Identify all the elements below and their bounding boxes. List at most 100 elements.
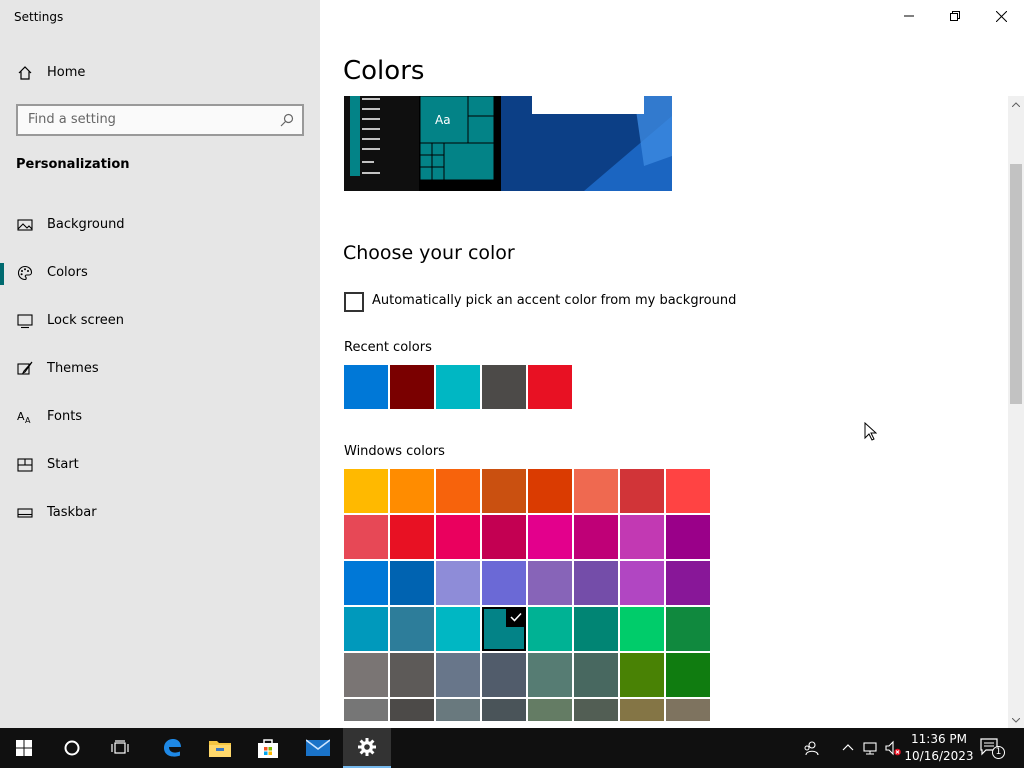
windows-color-swatch[interactable] xyxy=(436,561,480,605)
windows-color-swatch[interactable] xyxy=(666,653,710,697)
windows-color-swatch[interactable] xyxy=(344,653,388,697)
sidebar-item-themes[interactable]: Themes xyxy=(0,349,320,389)
store-icon xyxy=(258,739,278,758)
scroll-up-button[interactable] xyxy=(1008,96,1024,112)
windows-color-swatch[interactable] xyxy=(482,699,526,721)
windows-color-swatch[interactable] xyxy=(528,561,572,605)
file-explorer-button[interactable] xyxy=(196,728,244,768)
recent-color-swatch[interactable] xyxy=(390,365,434,409)
settings-icon xyxy=(358,738,376,756)
picture-icon xyxy=(17,219,33,231)
windows-color-swatch[interactable] xyxy=(574,607,618,651)
store-button[interactable] xyxy=(244,728,292,768)
search-placeholder: Find a setting xyxy=(28,112,116,127)
windows-color-swatch[interactable] xyxy=(620,699,664,721)
restore-button[interactable] xyxy=(932,0,978,32)
home-icon xyxy=(18,66,32,80)
sidebar-item-fonts[interactable]: A A Fonts xyxy=(0,397,320,437)
chevron-down-icon xyxy=(1012,717,1020,723)
sidebar-item-start[interactable]: Start xyxy=(0,445,320,485)
windows-color-swatch[interactable] xyxy=(390,607,434,651)
task-view-icon xyxy=(111,740,129,754)
sidebar-item-lock-screen[interactable]: Lock screen xyxy=(0,301,320,341)
network-icon[interactable] xyxy=(862,740,878,756)
recent-color-swatch[interactable] xyxy=(436,365,480,409)
windows-color-swatch[interactable] xyxy=(436,515,480,559)
windows-color-swatch[interactable] xyxy=(528,653,572,697)
windows-color-swatch[interactable] xyxy=(620,607,664,651)
sidebar-item-colors[interactable]: Colors xyxy=(0,253,320,293)
windows-color-swatch[interactable] xyxy=(666,607,710,651)
windows-color-swatch[interactable] xyxy=(666,469,710,513)
scroll-down-button[interactable] xyxy=(1008,712,1024,728)
search-icon[interactable] xyxy=(280,113,294,127)
cortana-button[interactable] xyxy=(48,728,96,768)
sidebar-item-label: Taskbar xyxy=(47,505,97,520)
sidebar-item-background[interactable]: Background xyxy=(0,205,320,245)
windows-color-swatch[interactable] xyxy=(574,561,618,605)
windows-color-swatch[interactable] xyxy=(436,607,480,651)
windows-color-swatch[interactable] xyxy=(482,607,526,651)
minimize-button[interactable] xyxy=(886,0,932,32)
preview-tile-text: Aa xyxy=(435,113,451,127)
mail-button[interactable] xyxy=(294,728,342,768)
chevron-up-icon[interactable] xyxy=(840,740,856,756)
sidebar-item-label: Lock screen xyxy=(47,313,124,328)
windows-color-swatch[interactable] xyxy=(528,607,572,651)
windows-color-swatch[interactable] xyxy=(436,469,480,513)
search-input[interactable]: Find a setting xyxy=(16,104,304,136)
color-preview: Aa xyxy=(344,96,672,191)
windows-color-swatch[interactable] xyxy=(482,515,526,559)
close-button[interactable] xyxy=(978,0,1024,32)
windows-color-swatch[interactable] xyxy=(528,699,572,721)
windows-color-swatch[interactable] xyxy=(574,653,618,697)
edge-button[interactable] xyxy=(148,728,196,768)
windows-color-swatch[interactable] xyxy=(620,653,664,697)
auto-accent-checkbox[interactable] xyxy=(344,292,364,312)
taskbar-icon xyxy=(17,508,33,518)
task-view-button[interactable] xyxy=(96,728,144,768)
windows-color-swatch[interactable] xyxy=(482,561,526,605)
mail-icon xyxy=(306,739,330,756)
windows-color-swatch[interactable] xyxy=(666,699,710,721)
windows-color-swatch[interactable] xyxy=(390,699,434,721)
sidebar-item-taskbar[interactable]: Taskbar xyxy=(0,493,320,533)
settings-taskbar-button[interactable] xyxy=(343,728,391,768)
windows-color-swatch[interactable] xyxy=(482,469,526,513)
windows-color-swatch[interactable] xyxy=(390,469,434,513)
windows-color-swatch[interactable] xyxy=(344,699,388,721)
windows-color-swatch[interactable] xyxy=(528,515,572,559)
windows-color-swatch[interactable] xyxy=(666,561,710,605)
windows-color-swatch[interactable] xyxy=(344,561,388,605)
system-clock[interactable]: 11:36 PM 10/16/2023 xyxy=(904,731,974,765)
auto-accent-label[interactable]: Automatically pick an accent color from … xyxy=(372,293,736,308)
recent-color-swatch[interactable] xyxy=(482,365,526,409)
clock-time: 11:36 PM xyxy=(911,732,967,746)
action-center-button[interactable]: 1 xyxy=(978,736,1008,760)
windows-color-swatch[interactable] xyxy=(620,469,664,513)
windows-color-swatch[interactable] xyxy=(436,699,480,721)
windows-color-swatch[interactable] xyxy=(344,607,388,651)
windows-color-swatch[interactable] xyxy=(666,515,710,559)
windows-color-swatch[interactable] xyxy=(574,469,618,513)
start-button[interactable] xyxy=(0,728,48,768)
windows-color-swatch[interactable] xyxy=(528,469,572,513)
home-nav-item[interactable]: Home xyxy=(0,55,320,91)
recent-color-swatch[interactable] xyxy=(528,365,572,409)
windows-color-swatch[interactable] xyxy=(390,653,434,697)
recent-colors-label: Recent colors xyxy=(344,340,432,355)
windows-color-swatch[interactable] xyxy=(620,515,664,559)
people-icon[interactable] xyxy=(803,740,819,756)
windows-color-swatch[interactable] xyxy=(344,515,388,559)
volume-muted-icon[interactable] xyxy=(885,740,901,756)
windows-color-swatch[interactable] xyxy=(390,561,434,605)
windows-color-swatch[interactable] xyxy=(482,653,526,697)
windows-color-swatch[interactable] xyxy=(574,699,618,721)
windows-color-swatch[interactable] xyxy=(436,653,480,697)
windows-color-swatch[interactable] xyxy=(390,515,434,559)
windows-color-swatch[interactable] xyxy=(344,469,388,513)
recent-color-swatch[interactable] xyxy=(344,365,388,409)
windows-color-swatch[interactable] xyxy=(620,561,664,605)
windows-color-swatch[interactable] xyxy=(574,515,618,559)
scrollbar-thumb[interactable] xyxy=(1010,164,1022,404)
